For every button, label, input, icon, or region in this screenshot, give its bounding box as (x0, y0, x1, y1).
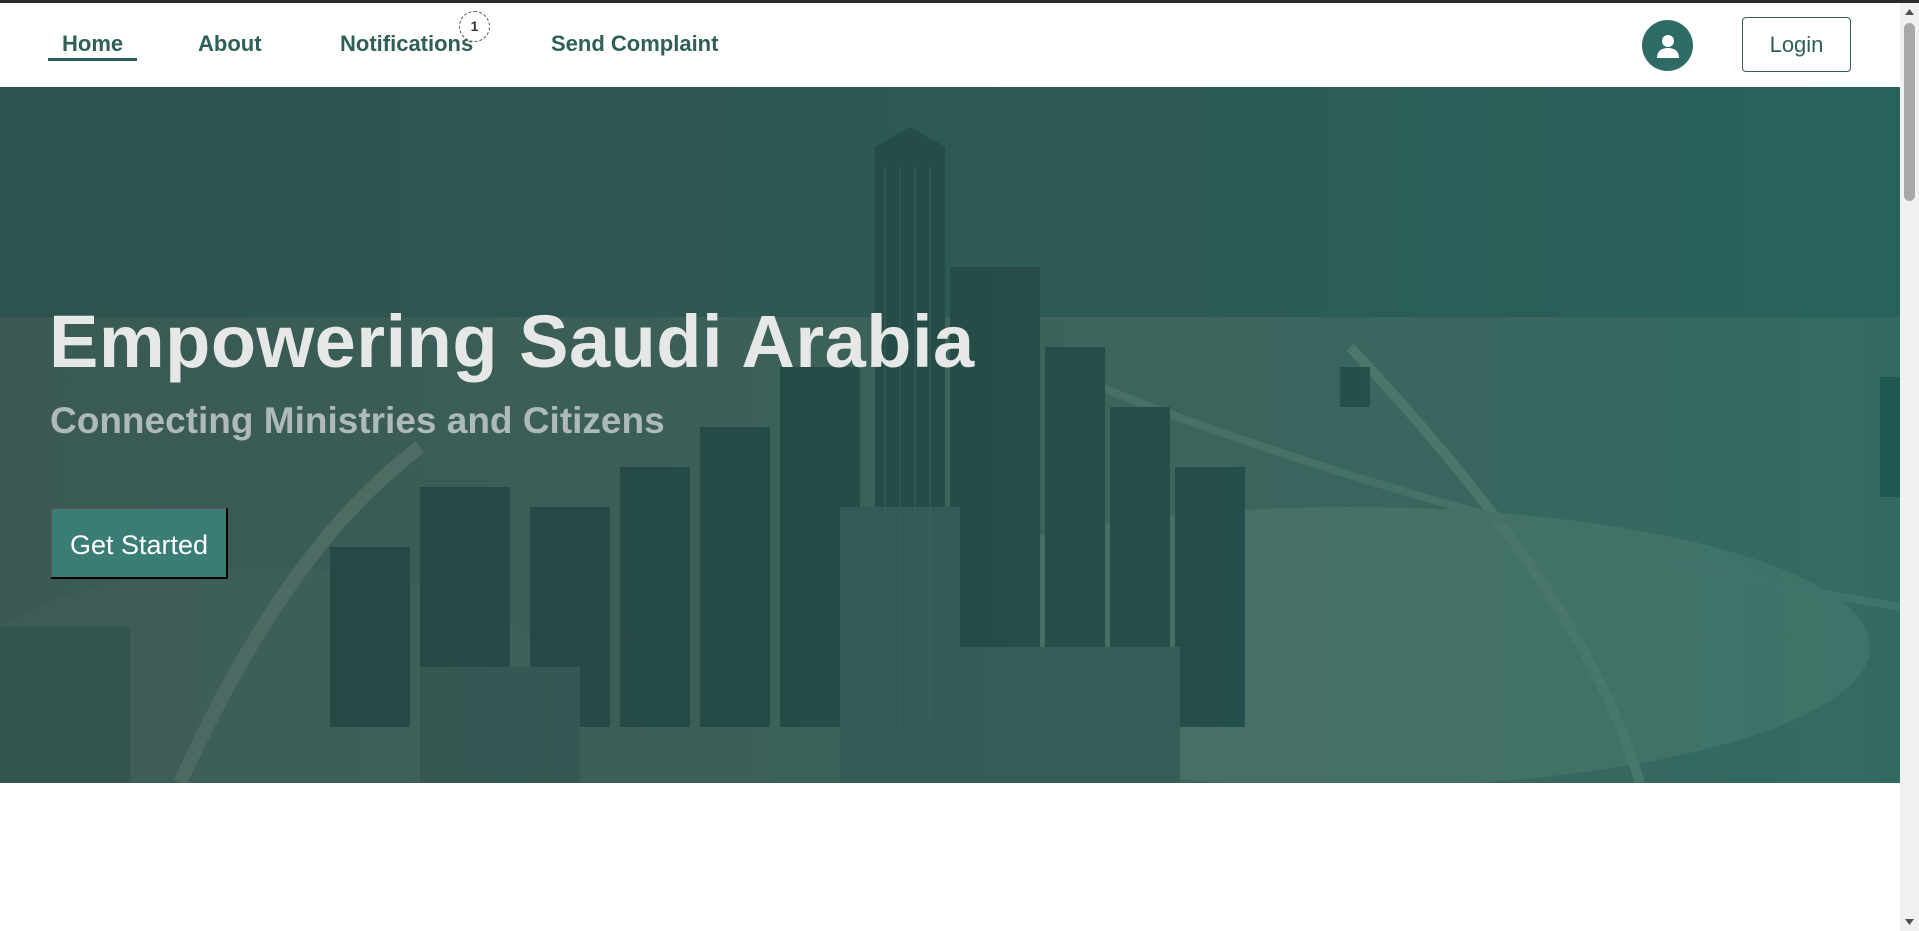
navbar: Home About Notifications 1 Send Complain… (0, 3, 1900, 87)
hero-section: Empowering Saudi Arabia Connecting Minis… (0, 87, 1900, 783)
page-scrollbar[interactable] (1900, 3, 1919, 931)
notification-count-badge: 1 (459, 11, 490, 42)
nav-item-send-complaint[interactable]: Send Complaint (551, 31, 718, 57)
hero-subtitle: Connecting Ministries and Citizens (50, 400, 665, 441)
page: Home About Notifications 1 Send Complain… (0, 3, 1900, 931)
user-icon (1656, 34, 1679, 58)
user-avatar-button[interactable] (1642, 20, 1693, 71)
nav-item-home[interactable]: Home (62, 31, 123, 57)
nav-item-notifications[interactable]: Notifications (340, 31, 473, 57)
login-button[interactable]: Login (1742, 17, 1851, 72)
nav-item-about[interactable]: About (198, 31, 262, 57)
scrollbar-thumb[interactable] (1904, 23, 1915, 201)
active-tab-indicator (48, 58, 137, 61)
scroll-up-arrow-icon[interactable] (1900, 3, 1919, 21)
hero-title: Empowering Saudi Arabia (49, 300, 975, 383)
scroll-down-arrow-icon[interactable] (1900, 913, 1919, 931)
get-started-button[interactable]: Get Started (50, 507, 228, 579)
